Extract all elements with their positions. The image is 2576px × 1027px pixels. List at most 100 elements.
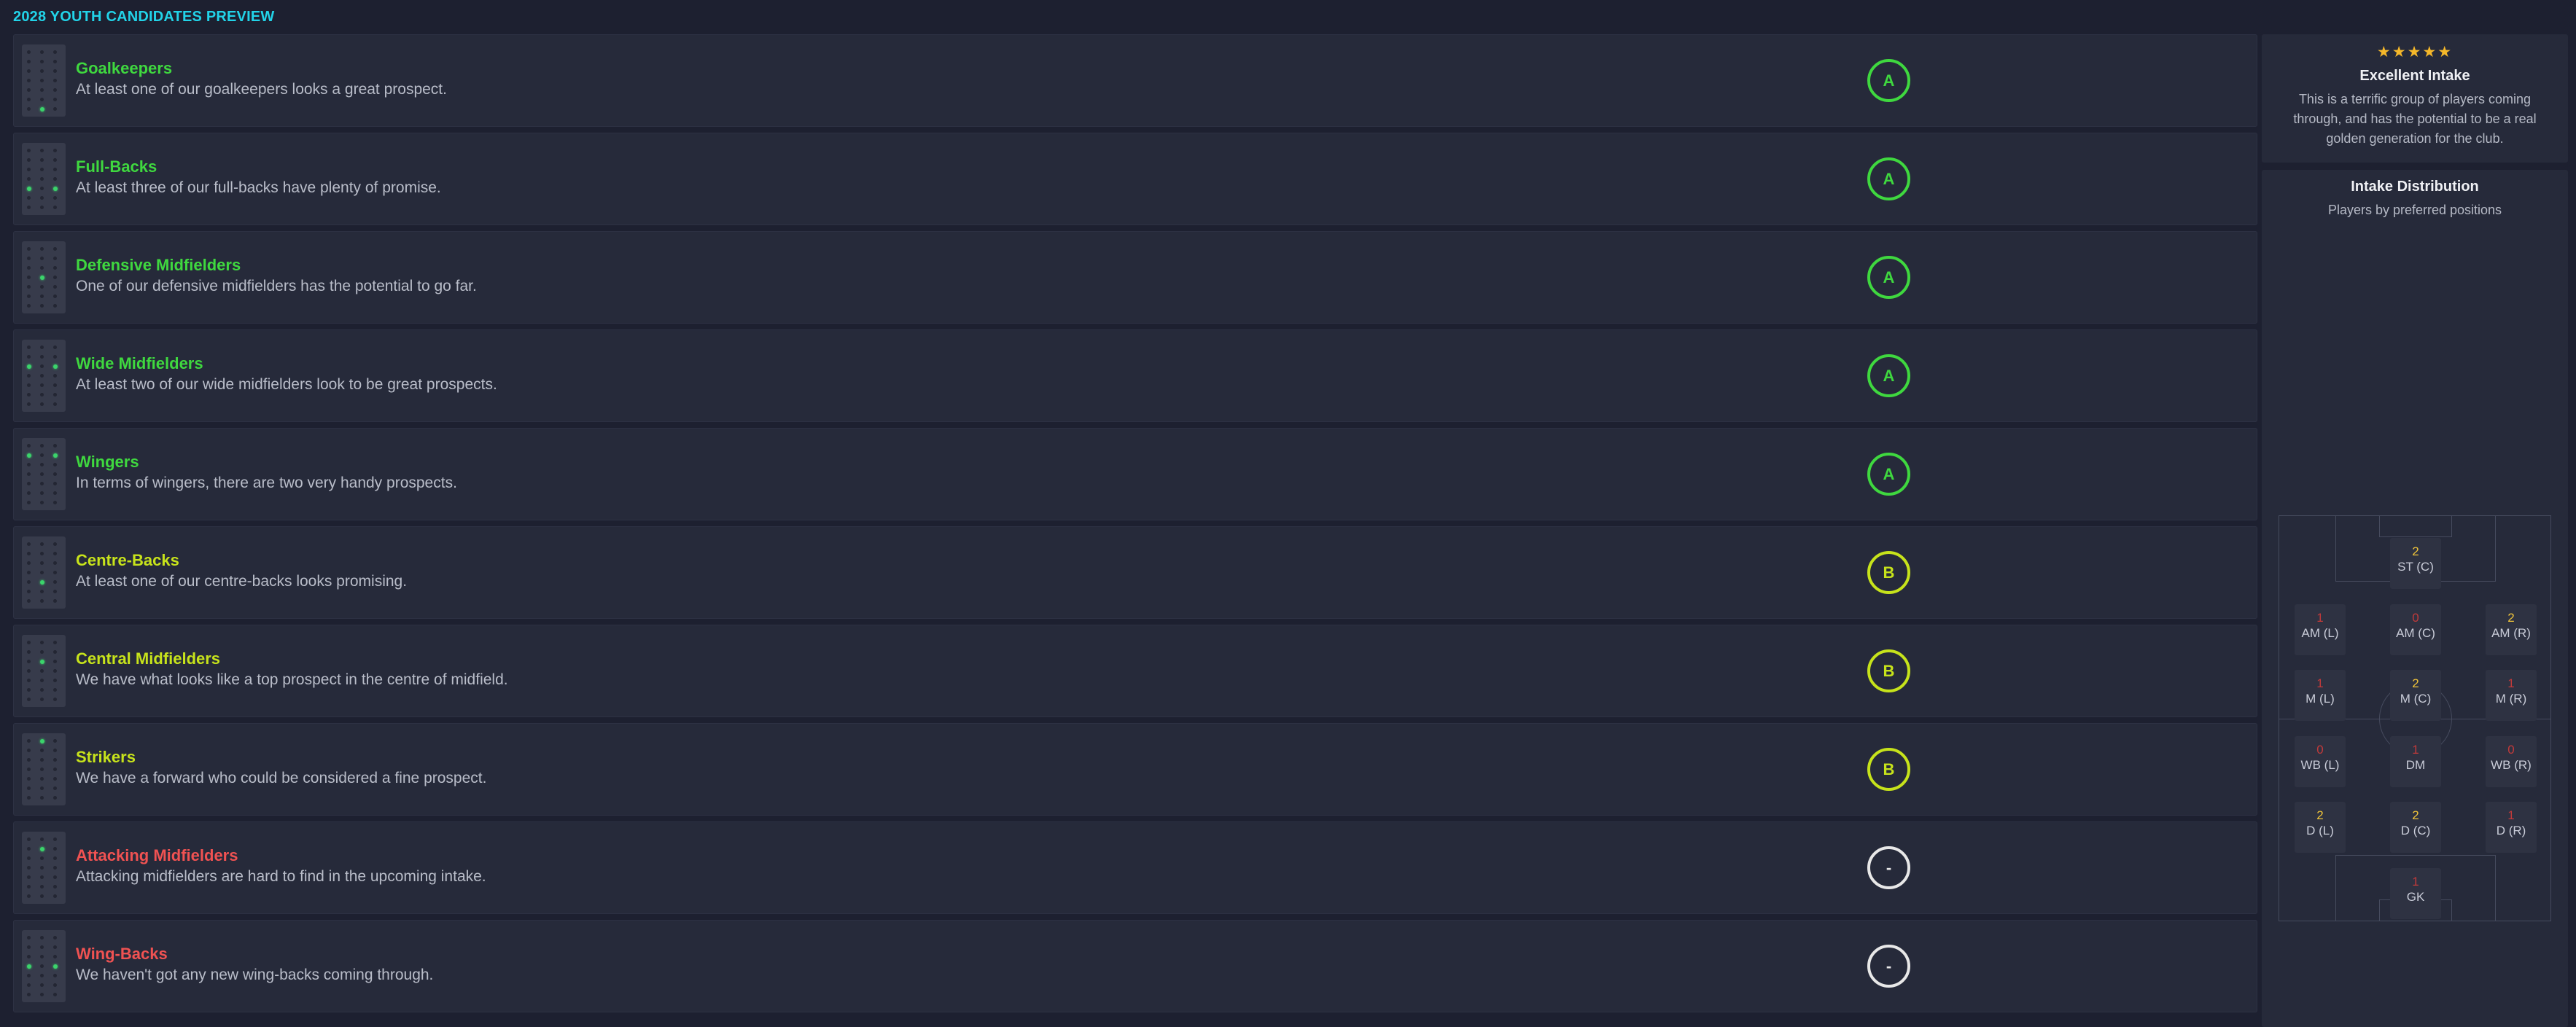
- position-dot: [27, 60, 31, 63]
- position-dot: [27, 491, 31, 495]
- position-dot: [40, 491, 44, 495]
- position-dot: [53, 758, 57, 762]
- position-dot: [27, 679, 31, 682]
- position-dot: [27, 285, 31, 289]
- list-item[interactable]: Strikers We have a forward who could be c…: [13, 723, 2257, 816]
- list-item[interactable]: Wide Midfielders At least two of our wide…: [13, 329, 2257, 422]
- position-dot: [27, 650, 31, 654]
- position-dot: [27, 50, 31, 54]
- position-dot: [40, 749, 44, 752]
- position-count-value: 0: [2412, 611, 2419, 625]
- position-dot: [40, 983, 44, 987]
- position-dot: [53, 590, 57, 593]
- position-dot: [40, 472, 44, 476]
- position-dot: [27, 501, 31, 504]
- list-item[interactable]: Attacking Midfielders Attacking midfielde…: [13, 821, 2257, 914]
- position-dot: [53, 856, 57, 860]
- grade-badge: A: [1867, 59, 1910, 102]
- grade-badge: -: [1867, 945, 1910, 988]
- position-count-wbr[interactable]: 0 WB (R): [2486, 736, 2537, 787]
- position-dot: [53, 463, 57, 466]
- list-item[interactable]: Centre-Backs At least one of our centre-b…: [13, 526, 2257, 619]
- position-count-ml[interactable]: 1 M (L): [2295, 670, 2346, 721]
- position-label: D (R): [2496, 824, 2526, 837]
- position-dot: [53, 453, 58, 458]
- position-count-amr[interactable]: 2 AM (R): [2486, 604, 2537, 655]
- position-count-dm[interactable]: 1 DM: [2390, 736, 2441, 787]
- position-dot: [27, 294, 31, 298]
- position-count-dr[interactable]: 1 D (R): [2486, 802, 2537, 853]
- position-dot: [40, 107, 44, 112]
- position-dot: [27, 257, 31, 260]
- position-dot: [53, 936, 57, 940]
- position-dot: [40, 580, 44, 585]
- position-dot: [27, 955, 31, 958]
- list-item[interactable]: Defensive Midfielders One of our defensiv…: [13, 231, 2257, 324]
- position-dot: [40, 786, 44, 790]
- grade-badge: B: [1867, 748, 1910, 791]
- grade-badge: A: [1867, 256, 1910, 299]
- intake-rating-title: Excellent Intake: [2359, 68, 2470, 84]
- position-dot: [40, 796, 44, 800]
- position-dot: [53, 688, 57, 692]
- list-item[interactable]: Wingers In terms of wingers, there are tw…: [13, 428, 2257, 520]
- position-group-title: Wide Midfielders: [76, 354, 203, 372]
- position-dot: [27, 463, 31, 466]
- position-dot: [27, 945, 31, 949]
- position-dot: [27, 777, 31, 781]
- list-item[interactable]: Goalkeepers At least one of our goalkeepe…: [13, 34, 2257, 127]
- position-count-dc[interactable]: 2 D (C): [2390, 802, 2441, 853]
- position-count-gk[interactable]: 1 GK: [2390, 868, 2441, 919]
- position-dot: [27, 768, 31, 771]
- position-label: AM (R): [2491, 626, 2531, 640]
- position-dot: [27, 79, 31, 82]
- position-label: WB (L): [2300, 758, 2340, 772]
- position-dot: [27, 669, 31, 673]
- list-item[interactable]: Full-Backs At least three of our full-bac…: [13, 133, 2257, 225]
- pitch-position-map-icon: [22, 241, 66, 313]
- position-dot: [27, 393, 31, 397]
- position-dot: [40, 501, 44, 504]
- position-count-value: 2: [2412, 544, 2419, 558]
- position-count-aml[interactable]: 1 AM (L): [2295, 604, 2346, 655]
- position-dot: [40, 599, 44, 603]
- position-count-st[interactable]: 2 ST (C): [2390, 538, 2441, 589]
- position-dot: [53, 285, 57, 289]
- position-dot: [53, 571, 57, 574]
- position-dot: [40, 866, 44, 870]
- position-dot: [40, 482, 44, 485]
- position-label: AM (C): [2396, 626, 2435, 640]
- position-dot: [53, 866, 57, 870]
- candidate-list: Goalkeepers At least one of our goalkeepe…: [13, 34, 2257, 1018]
- position-dot: [27, 177, 31, 181]
- position-label: GK: [2406, 890, 2425, 904]
- position-dot: [40, 552, 44, 555]
- position-dot: [53, 472, 57, 476]
- position-count-value: 1: [2507, 808, 2515, 822]
- position-count-mr[interactable]: 1 M (R): [2486, 670, 2537, 721]
- position-count-mc[interactable]: 2 M (C): [2390, 670, 2441, 721]
- position-dot: [40, 98, 44, 101]
- list-item[interactable]: Wing-Backs We haven't got any new wing-ba…: [13, 920, 2257, 1012]
- position-dot: [27, 206, 31, 209]
- position-dot: [53, 393, 57, 397]
- position-group-title: Goalkeepers: [76, 59, 173, 77]
- position-dot: [53, 107, 57, 111]
- position-dot: [40, 964, 44, 968]
- position-dot: [53, 698, 57, 701]
- position-label: M (L): [2305, 692, 2335, 706]
- list-item[interactable]: Central Midfielders We have what looks li…: [13, 625, 2257, 717]
- position-dot: [53, 650, 57, 654]
- position-dot: [40, 650, 44, 654]
- position-count-amc[interactable]: 0 AM (C): [2390, 604, 2441, 655]
- position-dot: [53, 599, 57, 603]
- position-dot: [53, 945, 57, 949]
- position-group-title: Attacking Midfielders: [76, 846, 238, 864]
- position-dot: [40, 856, 44, 860]
- position-label: D (C): [2400, 824, 2431, 837]
- position-dot: [27, 993, 31, 996]
- position-group-description: In terms of wingers, there are two very …: [76, 475, 457, 491]
- position-count-wbl[interactable]: 0 WB (L): [2295, 736, 2346, 787]
- position-count-dl[interactable]: 2 D (L): [2295, 802, 2346, 853]
- position-dot: [40, 777, 44, 781]
